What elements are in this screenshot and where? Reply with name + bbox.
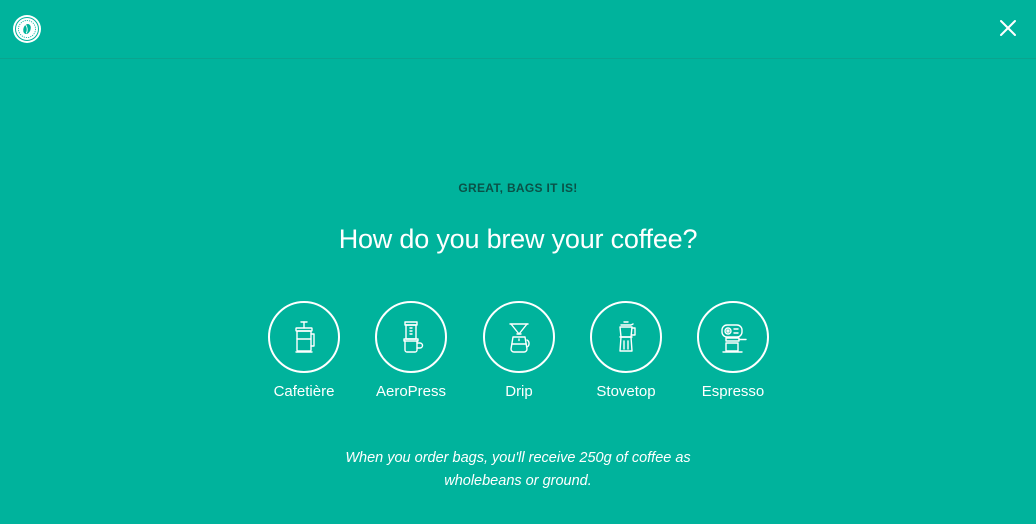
method-label: Drip — [505, 383, 533, 400]
method-circle[interactable] — [375, 301, 447, 373]
top-bar — [0, 0, 1036, 59]
method-circle[interactable] — [590, 301, 662, 373]
method-label: Espresso — [701, 383, 765, 400]
brew-method-question: How do you brew your coffee? — [338, 224, 698, 254]
close-icon[interactable] — [998, 18, 1018, 38]
method-label: Stovetop — [596, 383, 656, 400]
french-press-icon — [295, 321, 315, 353]
method-label: Cafetière — [273, 383, 335, 400]
method-circle[interactable] — [268, 301, 340, 373]
method-circle[interactable] — [697, 301, 769, 373]
method-option-drip[interactable]: Drip — [483, 301, 555, 400]
espresso-machine-icon — [721, 324, 747, 353]
method-label: AeroPress — [375, 383, 447, 400]
coffee-seal-logo-icon[interactable] — [12, 14, 42, 44]
method-option-cafetiere[interactable]: Cafetière — [268, 301, 340, 400]
brew-method-options: Cafetière AeroPress Drip Stovetop Espres… — [268, 301, 770, 411]
method-circle[interactable] — [483, 301, 555, 373]
moka-pot-icon — [619, 321, 636, 352]
method-option-stovetop[interactable]: Stovetop — [590, 301, 662, 400]
confirmation-eyebrow: GREAT, BAGS IT IS! — [458, 181, 578, 195]
bag-size-note: When you order bags, you'll receive 250g… — [345, 450, 691, 489]
aeropress-icon — [403, 321, 424, 353]
method-option-espresso[interactable]: Espresso — [697, 301, 769, 400]
method-option-aeropress[interactable]: AeroPress — [375, 301, 447, 400]
drip-pour-over-icon — [509, 323, 530, 353]
